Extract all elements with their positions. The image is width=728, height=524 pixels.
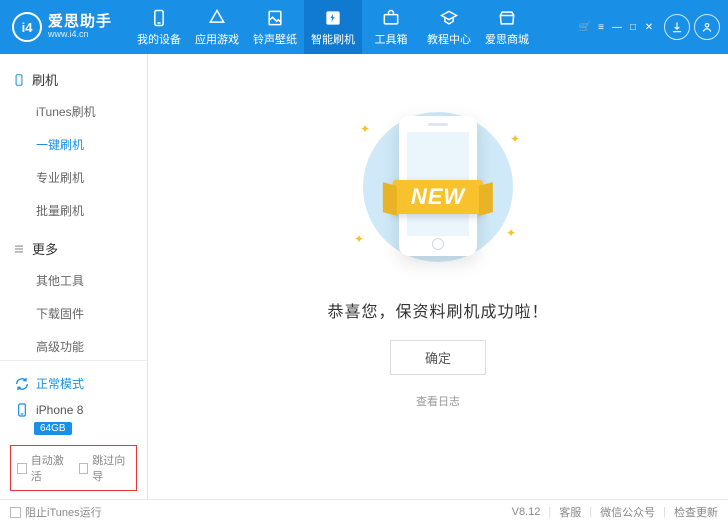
nav-label: 教程中心 — [427, 31, 471, 47]
view-log-link[interactable]: 查看日志 — [416, 393, 460, 409]
nav-store[interactable]: 爱思商城 — [478, 0, 536, 54]
nav-tools[interactable]: 工具箱 — [362, 0, 420, 54]
nav-label: 我的设备 — [137, 31, 181, 47]
phone-outline-icon — [12, 73, 26, 87]
apps-icon — [207, 8, 227, 28]
checkbox-icon — [10, 507, 21, 518]
nav-label: 铃声壁纸 — [253, 31, 297, 47]
menu-icon[interactable]: ≡ — [594, 20, 608, 34]
sidebar-item-download-fw[interactable]: 下载固件 — [0, 297, 147, 330]
device-capacity-badge: 64GB — [34, 422, 72, 435]
checkbox-auto-activate[interactable]: 自动激活 — [17, 452, 69, 484]
checkbox-label: 阻止iTunes运行 — [25, 504, 102, 520]
sidebar-item-other-tools[interactable]: 其他工具 — [0, 264, 147, 297]
store-icon — [497, 8, 517, 28]
cart-icon[interactable]: 🛒 — [578, 20, 592, 34]
sidebar-item-pro-flash[interactable]: 专业刷机 — [0, 161, 147, 194]
nav-ring[interactable]: 铃声壁纸 — [246, 0, 304, 54]
app-header: i4 爱思助手 www.i4.cn 我的设备 应用游戏 铃声壁纸 智能刷机 工具… — [0, 0, 728, 54]
header-right: 🛒 ≡ — □ ✕ — [578, 14, 720, 40]
wechat-link[interactable]: 微信公众号 — [600, 504, 655, 520]
brand-url: www.i4.cn — [48, 30, 112, 40]
maximize-icon[interactable]: □ — [626, 20, 640, 34]
device-name: iPhone 8 — [36, 403, 83, 417]
app-logo: i4 爱思助手 www.i4.cn — [12, 12, 112, 42]
content-area: NEW ✦✦✦✦ 恭喜您，保资料刷机成功啦！ 确定 查看日志 — [148, 54, 728, 499]
sidebar-item-itunes-flash[interactable]: iTunes刷机 — [0, 95, 147, 128]
logo-badge: i4 — [12, 12, 42, 42]
update-link[interactable]: 检查更新 — [674, 504, 718, 520]
nav-apps[interactable]: 应用游戏 — [188, 0, 246, 54]
nav-label: 工具箱 — [375, 31, 408, 47]
flash-icon — [323, 8, 343, 28]
device-row[interactable]: iPhone 8 — [10, 398, 137, 418]
options-highlight: 自动激活 跳过向导 — [10, 445, 137, 491]
mode-switch[interactable]: 正常模式 — [10, 369, 137, 398]
mode-label: 正常模式 — [36, 375, 84, 392]
sidebar-item-batch-flash[interactable]: 批量刷机 — [0, 194, 147, 227]
sidebar-item-advanced[interactable]: 高级功能 — [0, 330, 147, 360]
nav-tutorial[interactable]: 教程中心 — [420, 0, 478, 54]
footer: 阻止iTunes运行 V8.12 | 客服 | 微信公众号 | 检查更新 — [0, 499, 728, 524]
user-button[interactable] — [694, 14, 720, 40]
checkbox-skip-wizard[interactable]: 跳过向导 — [79, 452, 131, 484]
checkbox-label: 跳过向导 — [92, 452, 130, 484]
download-icon — [670, 20, 684, 34]
download-button[interactable] — [664, 14, 690, 40]
success-message: 恭喜您，保资料刷机成功啦！ — [327, 298, 548, 322]
nav-flash[interactable]: 智能刷机 — [304, 0, 362, 54]
phone-small-icon — [14, 402, 30, 418]
nav-label: 爱思商城 — [485, 31, 529, 47]
group-title: 刷机 — [32, 70, 58, 89]
checkbox-icon — [17, 463, 27, 474]
checkbox-block-itunes[interactable]: 阻止iTunes运行 — [10, 504, 102, 520]
sidebar-item-oneclick-flash[interactable]: 一键刷机 — [0, 128, 147, 161]
new-ribbon: NEW — [393, 180, 483, 214]
group-title: 更多 — [32, 239, 58, 258]
brand-name: 爱思助手 — [48, 14, 112, 31]
support-link[interactable]: 客服 — [559, 504, 581, 520]
tutorial-icon — [439, 8, 459, 28]
close-icon[interactable]: ✕ — [642, 20, 656, 34]
nav-label: 应用游戏 — [195, 31, 239, 47]
user-icon — [700, 20, 714, 34]
nav-device[interactable]: 我的设备 — [130, 0, 188, 54]
main-nav: 我的设备 应用游戏 铃声壁纸 智能刷机 工具箱 教程中心 爱思商城 — [130, 0, 536, 54]
success-illustration: NEW ✦✦✦✦ — [338, 102, 538, 272]
version-label: V8.12 — [512, 506, 541, 518]
sidebar-group-more[interactable]: 更多 — [0, 227, 147, 264]
toolbox-icon — [381, 8, 401, 28]
minimize-icon[interactable]: — — [610, 20, 624, 34]
wallpaper-icon — [265, 8, 285, 28]
confirm-button[interactable]: 确定 — [390, 340, 486, 375]
sidebar-group-flash[interactable]: 刷机 — [0, 58, 147, 95]
checkbox-icon — [79, 463, 89, 474]
nav-label: 智能刷机 — [311, 31, 355, 47]
phone-icon — [149, 8, 169, 28]
list-icon — [12, 242, 26, 256]
refresh-icon — [14, 376, 30, 392]
checkbox-label: 自动激活 — [31, 452, 69, 484]
sidebar: 刷机 iTunes刷机 一键刷机 专业刷机 批量刷机 更多 其他工具 下载固件 … — [0, 54, 148, 499]
